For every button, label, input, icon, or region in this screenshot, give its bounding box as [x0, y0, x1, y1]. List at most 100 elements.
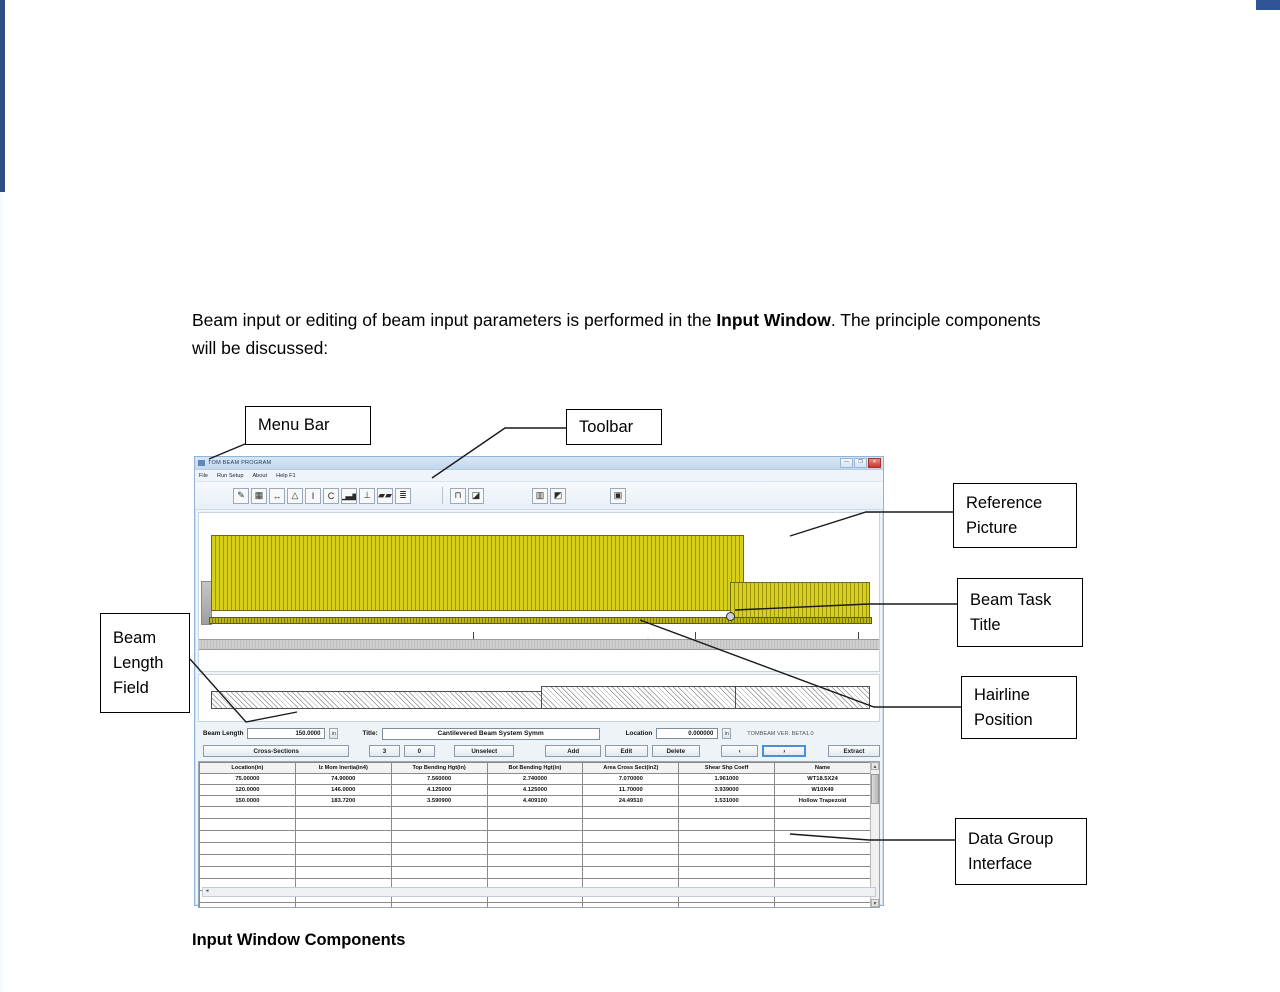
- scroll-up-icon[interactable]: ▲: [871, 762, 879, 770]
- menu-item-about[interactable]: About: [252, 473, 267, 479]
- hairline-position-marker[interactable]: [726, 612, 735, 621]
- table-cell-empty[interactable]: [774, 902, 871, 907]
- table-cell-empty[interactable]: [390, 806, 488, 819]
- table-cell-empty[interactable]: [678, 866, 776, 879]
- table-horizontal-scrollbar[interactable]: ◄: [202, 887, 876, 897]
- maximize-button[interactable]: ❐: [854, 458, 867, 468]
- table-cell-empty[interactable]: [294, 806, 392, 819]
- camera-icon[interactable]: ▣: [610, 487, 626, 504]
- table-cell-empty[interactable]: [486, 806, 584, 819]
- table-cell-empty[interactable]: [678, 902, 776, 907]
- table-cell[interactable]: 4.125000: [390, 784, 488, 796]
- table-cell-empty[interactable]: [294, 830, 392, 843]
- table-cell[interactable]: Hollow Trapezoid: [774, 795, 871, 807]
- table-cell-empty[interactable]: [678, 818, 776, 831]
- table-cell[interactable]: 7.560000: [390, 773, 488, 785]
- table-cell-empty[interactable]: [294, 842, 392, 855]
- table-row-empty[interactable]: [199, 866, 871, 879]
- table-cell[interactable]: 24.49510: [582, 795, 680, 807]
- table-cell[interactable]: 120.0000: [199, 784, 296, 796]
- table-cell-empty[interactable]: [390, 830, 488, 843]
- table-cell-empty[interactable]: [486, 902, 584, 907]
- table-row[interactable]: 150.0000 183.7200 3.590900 4.409100 24.49510…: [199, 795, 871, 807]
- table-row-empty[interactable]: [199, 830, 871, 843]
- unselect-button[interactable]: Unselect: [454, 745, 515, 757]
- table-row-empty[interactable]: [199, 842, 871, 855]
- table-cell-empty[interactable]: [390, 818, 488, 831]
- table-cell-empty[interactable]: [390, 902, 488, 907]
- table-row[interactable]: 75.00000 74.90000 7.560000 2.740000 7.070000…: [199, 773, 871, 785]
- table-cell-empty[interactable]: [774, 830, 871, 843]
- table-cell[interactable]: 11.70000: [582, 784, 680, 796]
- table-row-empty[interactable]: [199, 818, 871, 831]
- beam-task-title-input[interactable]: Cantilevered Beam System Symm: [381, 727, 600, 740]
- close-button[interactable]: ✕: [868, 458, 881, 468]
- column-header-location[interactable]: Location(in): [199, 762, 296, 774]
- column-header-name[interactable]: Name: [774, 762, 871, 774]
- table-cell[interactable]: 7.070000: [582, 773, 680, 785]
- table-cell-empty[interactable]: [678, 806, 776, 819]
- add-button[interactable]: Add: [545, 745, 602, 757]
- scroll-left-icon[interactable]: ◄: [203, 888, 211, 894]
- summary-icon[interactable]: ≣: [395, 487, 411, 504]
- table-cell-empty[interactable]: [294, 866, 392, 879]
- table-cell-empty[interactable]: [199, 902, 296, 907]
- table-cell[interactable]: 75.00000: [199, 773, 296, 785]
- table-cell[interactable]: 1.961000: [678, 773, 776, 785]
- extract-button[interactable]: Extract: [827, 745, 881, 757]
- edit-button[interactable]: Edit: [605, 745, 648, 757]
- table-cell-empty[interactable]: [774, 866, 871, 879]
- column-header-mom-inertia[interactable]: Iz Mom Inertia(in4): [294, 762, 392, 774]
- moment-load-icon[interactable]: C: [323, 487, 339, 504]
- color-chart-icon[interactable]: ▦: [251, 487, 267, 504]
- table-cell-empty[interactable]: [199, 806, 296, 819]
- point-load-icon[interactable]: I: [305, 487, 321, 504]
- table-cell[interactable]: 146.0000: [294, 784, 392, 796]
- beam-length-input[interactable]: 150.0000: [247, 728, 326, 739]
- table-cell[interactable]: W10X49: [774, 784, 871, 796]
- distributed-load-icon[interactable]: ▰▰: [377, 487, 393, 504]
- menu-item-help[interactable]: Help F1: [276, 473, 296, 479]
- table-cell-empty[interactable]: [294, 854, 392, 867]
- column-header-shear-coeff[interactable]: Shear Shp Coeff: [678, 762, 776, 774]
- scroll-down-icon[interactable]: ▼: [871, 899, 879, 907]
- table-row-empty[interactable]: [199, 902, 871, 907]
- table-cell-empty[interactable]: [486, 866, 584, 879]
- table-cell-empty[interactable]: [582, 902, 680, 907]
- table-cell[interactable]: 3.939000: [678, 784, 776, 796]
- table-cell-empty[interactable]: [486, 842, 584, 855]
- beam-length-icon[interactable]: ↔: [269, 487, 285, 504]
- window-title-bar[interactable]: TOM BEAM PROGRAM — ❐ ✕: [195, 457, 883, 470]
- cross-sections-button[interactable]: Cross-Sections: [203, 745, 350, 757]
- table-cell-empty[interactable]: [774, 854, 871, 867]
- column-header-top-bending[interactable]: Top Bending Hgt(in): [390, 762, 488, 774]
- table-cell-empty[interactable]: [486, 818, 584, 831]
- table-cell-empty[interactable]: [199, 854, 296, 867]
- menu-item-run-setup[interactable]: Run Setup: [217, 473, 243, 479]
- table-cell-empty[interactable]: [199, 818, 296, 831]
- table-cell-empty[interactable]: [582, 842, 680, 855]
- table-cell-empty[interactable]: [678, 854, 776, 867]
- bar-chart-icon[interactable]: ▁▃▅: [341, 487, 357, 504]
- table-row-empty[interactable]: [199, 806, 871, 819]
- hairline-location-input[interactable]: 0.000000: [656, 728, 719, 739]
- grid-icon[interactable]: ⊓: [450, 487, 466, 504]
- table-cell-empty[interactable]: [486, 854, 584, 867]
- table-cell-empty[interactable]: [390, 842, 488, 855]
- table-cell-empty[interactable]: [582, 806, 680, 819]
- table-cell-empty[interactable]: [486, 830, 584, 843]
- edit-shape-icon[interactable]: ◪: [468, 487, 484, 504]
- table-cell[interactable]: 4.125000: [486, 784, 584, 796]
- table-cell-empty[interactable]: [390, 854, 488, 867]
- table-cell-empty[interactable]: [582, 866, 680, 879]
- table-cell-empty[interactable]: [678, 842, 776, 855]
- table-cell-empty[interactable]: [582, 854, 680, 867]
- table-cell-empty[interactable]: [294, 818, 392, 831]
- table-cell[interactable]: 2.740000: [486, 773, 584, 785]
- table-cell-empty[interactable]: [199, 830, 296, 843]
- column-header-area[interactable]: Area Cross Sect(in2): [582, 762, 680, 774]
- cross-section-preview-pane[interactable]: [198, 674, 880, 722]
- table-cell[interactable]: 1.531000: [678, 795, 776, 807]
- table-row[interactable]: 120.0000 146.0000 4.125000 4.125000 11.70000…: [199, 784, 871, 796]
- table-cell-empty[interactable]: [774, 818, 871, 831]
